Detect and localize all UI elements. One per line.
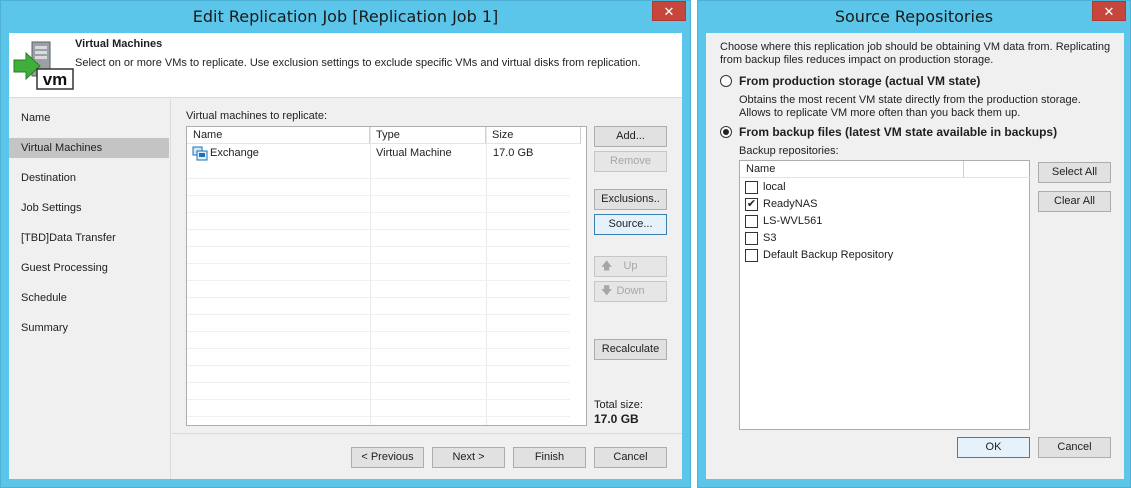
arrow-down-icon: 🡇 (601, 285, 613, 297)
table-row[interactable]: local (740, 179, 964, 196)
vm-group-icon (192, 146, 208, 167)
next-button[interactable]: Next > (432, 447, 505, 468)
column-header-type[interactable]: Type (370, 127, 486, 144)
source-repositories-window: Source Repositories ✕ Choose where this … (697, 0, 1131, 488)
header-title: Virtual Machines (75, 38, 163, 50)
vm-name: Exchange (210, 147, 259, 159)
total-size-value: 17.0 GB (594, 412, 639, 426)
nav-item-virtual-machines[interactable]: Virtual Machines (9, 138, 169, 158)
recalculate-button[interactable]: Recalculate (594, 339, 667, 360)
clear-all-button[interactable]: Clear All (1038, 191, 1111, 212)
nav-item-schedule[interactable]: Schedule (9, 288, 169, 308)
checkbox[interactable] (745, 249, 758, 262)
finish-button[interactable]: Finish (513, 447, 586, 468)
cancel-button[interactable]: Cancel (594, 447, 667, 468)
select-all-button[interactable]: Select All (1038, 162, 1111, 183)
production-storage-description: Obtains the most recent VM state directl… (739, 94, 1081, 119)
close-button[interactable]: ✕ (1092, 1, 1126, 21)
window-client: Choose where this replication job should… (706, 33, 1124, 479)
repository-list[interactable]: Name local ✔ ReadyNAS LS-WVL561 S3 Defau… (739, 160, 1030, 430)
down-button[interactable]: 🡇 Down (594, 281, 667, 302)
close-icon: ✕ (663, 4, 675, 19)
edit-replication-job-window: Edit Replication Job [Replication Job 1]… (0, 0, 691, 488)
ok-button[interactable]: OK (957, 437, 1030, 458)
cancel-button[interactable]: Cancel (1038, 437, 1111, 458)
table-row[interactable]: Exchange Virtual Machine 17.0 GB (187, 145, 582, 162)
production-storage-label[interactable]: From production storage (actual VM state… (739, 74, 980, 88)
nav-item-data-transfer[interactable]: [TBD]Data Transfer (9, 228, 169, 248)
checkbox[interactable] (745, 232, 758, 245)
vm-type: Virtual Machine (376, 147, 452, 159)
vms-label: Virtual machines to replicate: (186, 110, 328, 122)
nav-item-job-settings[interactable]: Job Settings (9, 198, 169, 218)
vm-size: 17.0 GB (493, 147, 534, 159)
repository-name: Default Backup Repository (763, 249, 894, 261)
intro-text: Choose where this replication job should… (720, 41, 1111, 66)
svg-text:vm: vm (43, 70, 68, 89)
repository-name: LS-WVL561 (763, 215, 823, 227)
checkbox[interactable] (745, 215, 758, 228)
close-icon: ✕ (1103, 4, 1115, 19)
window-client: vm Virtual Machines Select on or more VM… (9, 33, 682, 479)
nav-item-name[interactable]: Name (9, 108, 169, 128)
table-row[interactable]: ✔ ReadyNAS (740, 196, 964, 213)
previous-button[interactable]: < Previous (351, 447, 424, 468)
vm-server-icon: vm (12, 40, 74, 92)
up-button[interactable]: 🡅 Up (594, 256, 667, 277)
wizard-steps: Name Virtual Machines Destination Job Se… (9, 99, 171, 479)
backup-files-radio[interactable] (720, 126, 732, 138)
nav-item-guest-processing[interactable]: Guest Processing (9, 258, 169, 278)
window-title: Edit Replication Job [Replication Job 1] (192, 7, 499, 26)
production-storage-radio[interactable] (720, 75, 732, 87)
table-row[interactable]: LS-WVL561 (740, 213, 964, 230)
repository-name: local (763, 181, 786, 193)
header-description: Select on or more VMs to replicate. Use … (75, 57, 641, 69)
column-header-name[interactable]: Name (187, 127, 370, 144)
repository-name: ReadyNAS (763, 198, 818, 210)
table-row[interactable]: Default Backup Repository (740, 247, 964, 264)
column-header-name[interactable]: Name (740, 161, 964, 178)
checkbox[interactable] (745, 181, 758, 194)
source-button[interactable]: Source... (594, 214, 667, 235)
exclusions-button[interactable]: Exclusions.. (594, 189, 667, 210)
column-header-size[interactable]: Size (486, 127, 581, 144)
arrow-up-icon: 🡅 (601, 260, 613, 272)
backup-repositories-label: Backup repositories: (739, 145, 839, 157)
window-title: Source Repositories (834, 7, 994, 26)
close-button[interactable]: ✕ (652, 1, 686, 21)
add-button[interactable]: Add... (594, 126, 667, 147)
checkbox-checked[interactable]: ✔ (745, 198, 758, 211)
nav-item-summary[interactable]: Summary (9, 318, 169, 338)
remove-button[interactable]: Remove (594, 151, 667, 172)
repository-name: S3 (763, 232, 777, 244)
vm-list[interactable]: Name Type Size Exchange Virtual Machine (186, 126, 587, 426)
backup-files-label[interactable]: From backup files (latest VM state avail… (739, 125, 1057, 139)
table-row[interactable]: S3 (740, 230, 964, 247)
wizard-header: vm Virtual Machines Select on or more VM… (9, 33, 682, 98)
nav-item-destination[interactable]: Destination (9, 168, 169, 188)
total-size-label: Total size: (594, 399, 643, 411)
main-panel: Virtual machines to replicate: Name Type… (172, 99, 682, 479)
